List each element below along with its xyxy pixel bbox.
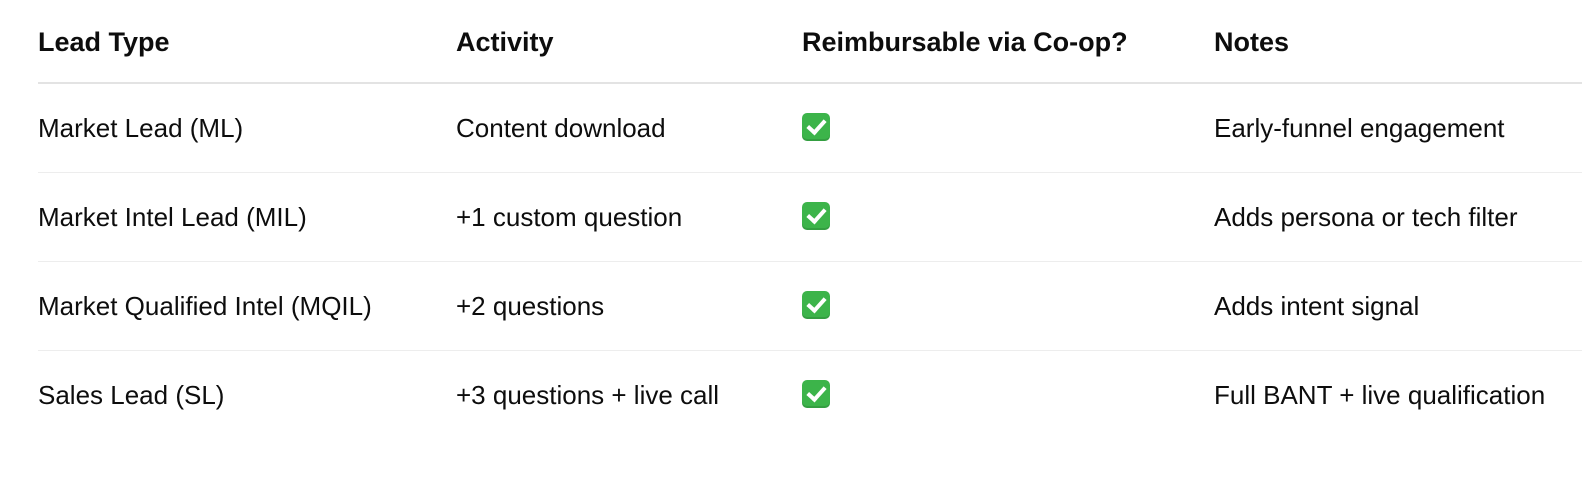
reimbursable-cell [802,380,1214,411]
column-header-activity: Activity [456,26,554,57]
notes-cell: Early-funnel engagement [1214,112,1505,143]
activity-cell: Content download [456,112,666,143]
reimbursable-cell [802,201,1214,233]
column-header-notes: Notes [1214,26,1290,57]
notes-cell: Adds persona or tech filter [1214,201,1518,232]
lead-type-cell: Sales Lead (SL) [38,380,225,410]
checkmark-icon [802,112,830,141]
table-row: Sales Lead (SL) +3 questions + live call… [38,351,1582,440]
table-row: Market Qualified Intel (MQIL) +2 questio… [38,262,1582,351]
table-row: Market Lead (ML) Content download Early-… [38,84,1582,173]
table-row: Market Intel Lead (MIL) +1 custom questi… [38,173,1582,262]
checkmark-icon [802,290,830,319]
checkmark-icon [802,380,830,409]
column-header-reimbursable: Reimbursable via Co-op? [802,26,1128,57]
table-header-row: Lead Type Activity Reimbursable via Co-o… [38,0,1582,84]
checkmark-icon [802,201,830,230]
notes-cell: Adds intent signal [1214,290,1420,321]
notes-cell: Full BANT + live qualification [1214,380,1546,410]
lead-types-table: Lead Type Activity Reimbursable via Co-o… [38,0,1582,440]
column-header-lead-type: Lead Type [38,26,170,57]
lead-type-cell: Market Qualified Intel (MQIL) [38,290,372,321]
activity-cell: +2 questions [456,290,605,321]
lead-type-cell: Market Lead (ML) [38,112,244,143]
reimbursable-cell [802,112,1214,144]
lead-type-cell: Market Intel Lead (MIL) [38,201,307,232]
reimbursable-cell [802,290,1214,322]
activity-cell: +3 questions + live call [456,380,720,410]
activity-cell: +1 custom question [456,201,683,232]
